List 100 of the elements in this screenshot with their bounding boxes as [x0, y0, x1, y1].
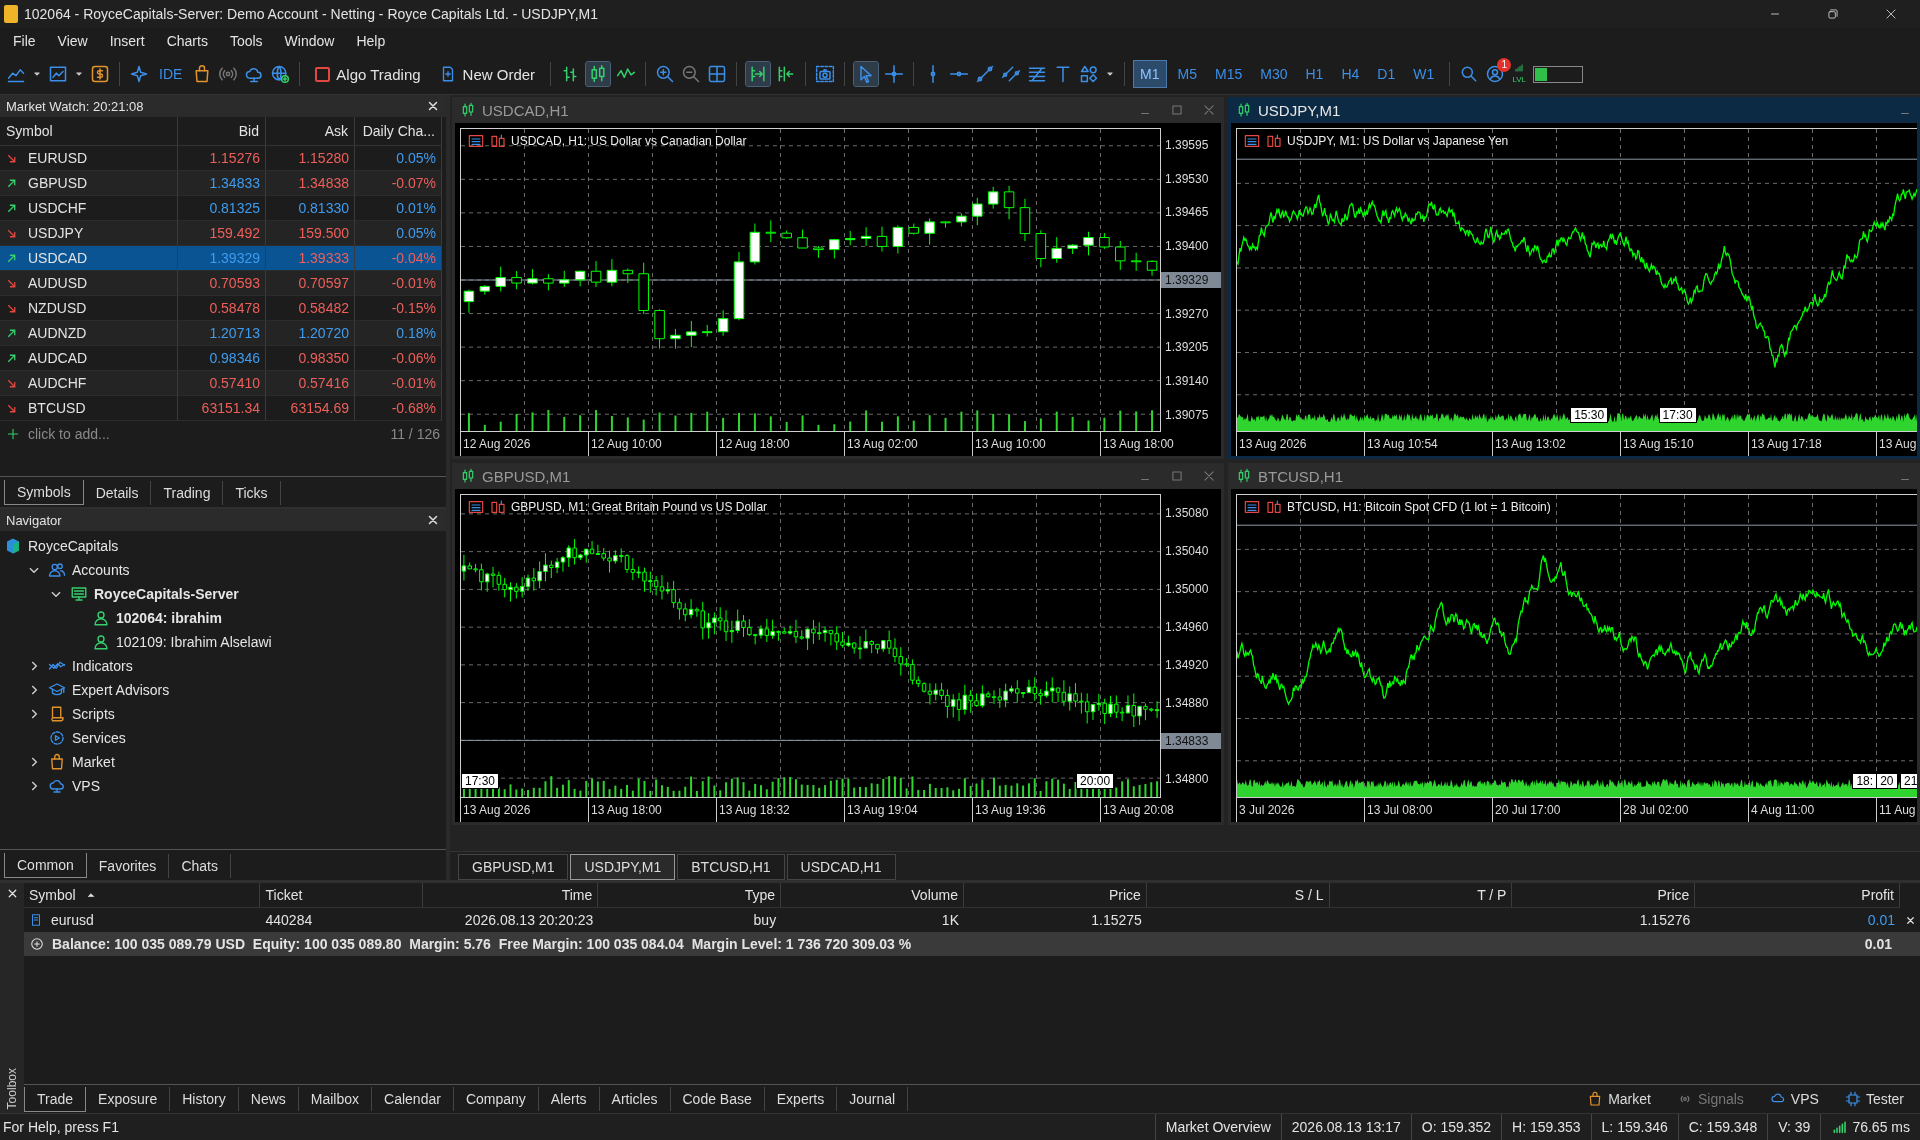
chart-plot[interactable]: USDCAD, H1: US Dollar vs Canadian Dollar	[460, 128, 1161, 432]
panel-tab[interactable]: Ticks	[223, 481, 281, 505]
toolbox-tab[interactable]: Trade	[24, 1086, 87, 1112]
grid-icon[interactable]	[707, 64, 728, 84]
panel-tab[interactable]: Trading	[151, 481, 224, 505]
menu-item[interactable]: View	[48, 30, 97, 52]
toolbox-tab[interactable]: Experts	[764, 1087, 838, 1111]
column-header[interactable]: Symbol	[0, 117, 178, 146]
column-header[interactable]: Price	[1512, 883, 1696, 908]
close-icon[interactable]	[1905, 914, 1916, 926]
symbol-cell[interactable]: GBPUSD	[0, 171, 178, 196]
channel-icon[interactable]	[1001, 64, 1022, 84]
service-link[interactable]: Tester	[1838, 1090, 1910, 1108]
restore-icon[interactable]	[1826, 7, 1840, 21]
menu-item[interactable]: Tools	[220, 30, 272, 52]
toolbox-tab[interactable]: Articles	[599, 1087, 671, 1111]
sparkle-icon[interactable]	[129, 64, 149, 84]
chart-window[interactable]	[452, 463, 1224, 825]
close-icon[interactable]	[426, 99, 440, 113]
symbol-cell[interactable]: AUDUSD	[0, 271, 178, 296]
timeframe-button[interactable]: H1	[1299, 61, 1330, 87]
timeframe-button[interactable]: M5	[1171, 61, 1203, 87]
algo-trading-button[interactable]: Algo Trading	[309, 62, 427, 86]
column-header[interactable]: Daily Cha...	[355, 117, 442, 146]
timeframe-button[interactable]: D1	[1371, 61, 1402, 87]
crosshair-icon[interactable]	[884, 64, 905, 84]
tree-item[interactable]: RoyceCapitals-Server	[94, 586, 239, 602]
symbol-cell[interactable]: USDCAD	[0, 246, 178, 271]
chart-plot[interactable]: USDJPY, M1: US Dollar vs Japanese Yen 15:30 17:30	[1236, 128, 1917, 432]
tree-item[interactable]: Accounts	[72, 562, 130, 578]
chart-tab[interactable]: USDJPY,M1	[570, 854, 676, 880]
toolbox-tab[interactable]: Mailbox	[298, 1087, 373, 1111]
menu-item[interactable]: Insert	[100, 30, 154, 52]
column-header[interactable]: Ticket	[260, 883, 424, 908]
toolbox-tab[interactable]: History	[170, 1087, 239, 1111]
tree-item[interactable]: RoyceCapitals	[28, 538, 119, 554]
toolbox-tab[interactable]: Code Base	[670, 1087, 765, 1111]
toolbox-tab[interactable]: Alerts	[538, 1087, 600, 1111]
column-header[interactable]: Profit	[1695, 883, 1900, 908]
chart-plot[interactable]: BTCUSD, H1: Bitcoin Spot CFD (1 lot = 1 Bitcoin) 18: 20 21	[1236, 494, 1917, 798]
symbol-cell[interactable]: AUDNZD	[0, 321, 178, 346]
timeframe-button[interactable]: M1	[1134, 61, 1166, 87]
timeframe-button[interactable]: H4	[1335, 61, 1366, 87]
column-header[interactable]: Symbol	[24, 883, 261, 908]
menu-item[interactable]: Window	[275, 30, 344, 52]
column-header[interactable]: Time	[423, 883, 599, 908]
camera-icon[interactable]	[815, 64, 836, 84]
close-icon[interactable]	[1884, 7, 1898, 21]
panel-tab[interactable]: Common	[4, 853, 87, 878]
fibonacci-lines-icon[interactable]	[1027, 64, 1048, 84]
tree-item[interactable]: VPS	[72, 778, 100, 794]
panel-tab[interactable]: Chats	[169, 854, 231, 878]
candlestick-icon[interactable]	[586, 62, 611, 86]
tree-item[interactable]: Services	[72, 730, 126, 746]
panel-tab[interactable]: Details	[83, 481, 152, 505]
new-order-button[interactable]: New Order	[432, 62, 542, 86]
signal-waves-icon[interactable]	[218, 64, 239, 84]
shapes-icon[interactable]	[1079, 64, 1100, 84]
dollar-icon[interactable]	[90, 64, 110, 84]
column-header[interactable]: Type	[598, 883, 782, 908]
menu-item[interactable]: Help	[347, 30, 395, 52]
chart-window[interactable]: BTCUSD,H1 BTCUSD, H1: Bitcoin Spot CFD (1 lot = 1 Bitcoin) 18: 20 21 3 Jul 2026 13 Jul 08:00 20 Jul 17:00 28 Jul 02:00 4 Aug 11:00 11 Aug	[1228, 463, 1920, 825]
toolbox-tab[interactable]: Company	[453, 1087, 539, 1111]
menu-item[interactable]: Charts	[157, 30, 217, 52]
tree-item[interactable]: 102064: ibrahim	[116, 610, 222, 626]
timeframe-button[interactable]: M15	[1209, 61, 1249, 87]
globe-icon[interactable]	[270, 64, 291, 84]
tree-item[interactable]: 102109: Ibrahim Alselawi	[116, 634, 272, 650]
ide-button[interactable]: IDE	[155, 64, 187, 84]
column-header[interactable]: Volume	[781, 883, 964, 908]
column-header[interactable]: Ask	[266, 117, 355, 146]
menu-item[interactable]: File	[4, 30, 45, 52]
auto-scroll-icon[interactable]	[746, 62, 771, 86]
symbol-cell[interactable]: BTCUSD	[0, 396, 178, 421]
level-indicator[interactable]: LVL	[1511, 64, 1528, 84]
tree-item[interactable]: Expert Advisors	[72, 682, 170, 698]
chart-tab[interactable]: USDCAD,H1	[786, 854, 896, 880]
toolbox-tab[interactable]: News	[238, 1087, 299, 1111]
tree-item[interactable]: Market	[72, 754, 115, 770]
timeframe-button[interactable]: M30	[1254, 61, 1294, 87]
chart-window[interactable]: USDJPY,M1 USDJPY, M1: US Dollar vs Japanese Yen 15:30 17:30 13 Aug 2026 13 Aug 10:54 13 Aug 13:02 13 Aug 15:10 13 Aug 17:18 13 Aug	[1228, 97, 1920, 459]
expand-plus-icon[interactable]	[30, 937, 44, 951]
panel-tab[interactable]: Favorites	[86, 854, 170, 878]
chart-window-icon[interactable]	[48, 64, 68, 84]
toolbox-tab[interactable]: Journal	[837, 1087, 909, 1111]
symbol-cell[interactable]: USDJPY	[0, 221, 178, 246]
column-header[interactable]: S / L	[1146, 883, 1330, 908]
chart-plot[interactable]: GBPUSD, M1: Great Britain Pound vs US Dollar 17:30 20:00	[460, 494, 1161, 798]
column-header[interactable]: Price	[964, 883, 1147, 908]
add-symbol-field[interactable]: click to add...	[28, 426, 110, 442]
toolbox-tab[interactable]: Exposure	[86, 1087, 171, 1111]
zoom-in-icon[interactable]	[655, 64, 676, 84]
close-icon[interactable]	[426, 513, 440, 527]
column-header[interactable]: Bid	[178, 117, 266, 146]
cursor-icon[interactable]	[854, 62, 879, 86]
zoom-out-icon[interactable]	[681, 64, 702, 84]
chart-tab[interactable]: GBPUSD,M1	[458, 854, 569, 880]
tree-item[interactable]: Indicators	[72, 658, 133, 674]
trend-line-icon[interactable]	[975, 64, 996, 84]
chart-tab[interactable]: BTCUSD,H1	[677, 854, 785, 880]
